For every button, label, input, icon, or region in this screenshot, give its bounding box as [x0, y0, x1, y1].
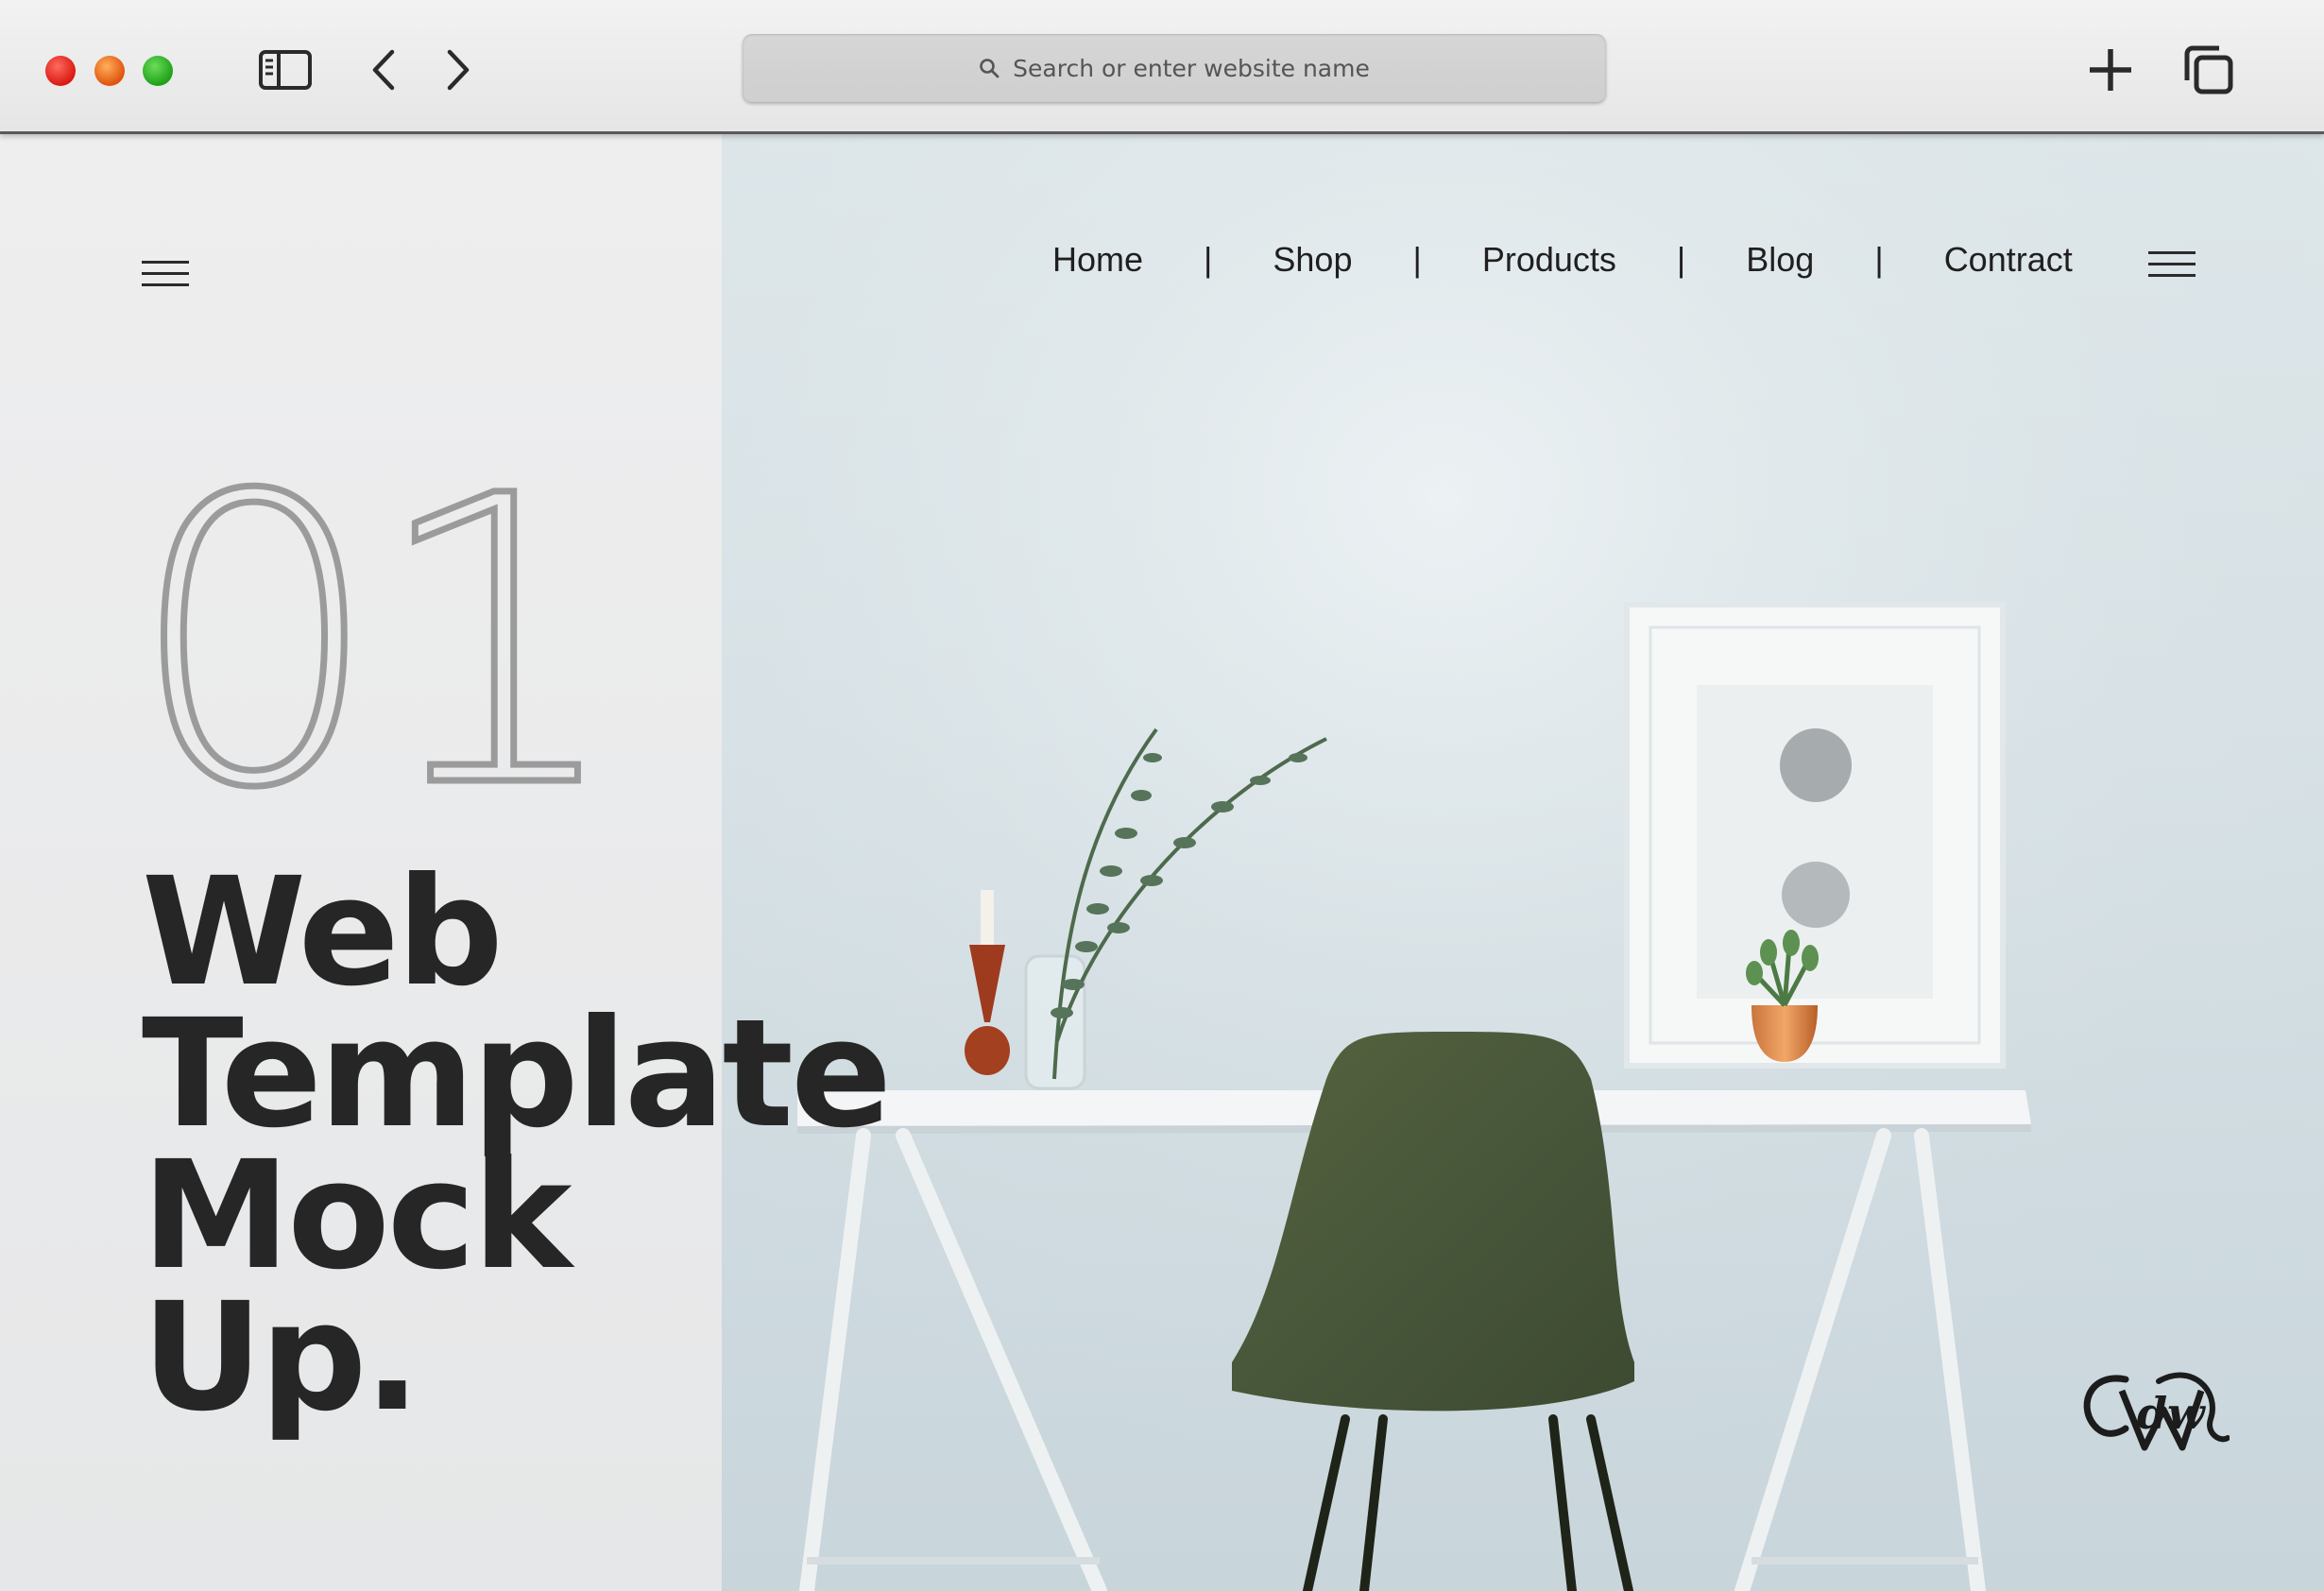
nav-separator: |	[1676, 240, 1686, 279]
hamburger-line	[142, 261, 189, 264]
nav-separator: |	[1204, 240, 1213, 279]
hamburger-line	[2148, 274, 2196, 277]
main-nav: Home | Shop | Products | Blog | Contract	[1020, 240, 2105, 280]
logo-text: dw	[2137, 1388, 2206, 1439]
back-chevron-icon	[372, 49, 395, 91]
address-bar[interactable]: Search or enter website name	[743, 34, 1606, 102]
slide-number: 01	[125, 413, 626, 875]
headline-line: Up.	[142, 1271, 420, 1445]
dw-logo[interactable]: dw	[2069, 1353, 2230, 1470]
nav-separator: |	[1874, 240, 1884, 279]
hamburger-line	[2148, 251, 2196, 254]
nav-shop[interactable]: Shop	[1240, 240, 1384, 280]
close-window-button[interactable]	[45, 56, 76, 86]
forward-button[interactable]	[430, 43, 487, 96]
tabs-overview-button[interactable]	[2180, 43, 2237, 96]
hamburger-line	[2148, 263, 2196, 265]
maximize-window-button[interactable]	[143, 56, 173, 86]
sidebar-toggle-icon	[259, 50, 312, 90]
right-menu-button[interactable]	[2148, 251, 2196, 277]
hero-headline: Web Template Mock Up.	[142, 846, 892, 1445]
minimize-window-button[interactable]	[94, 56, 125, 86]
nav-blog[interactable]: Blog	[1714, 240, 1846, 280]
headline-line: Web	[142, 846, 504, 1019]
hamburger-line	[142, 283, 189, 286]
picture-frame	[1624, 602, 2006, 1069]
headline-line: Mock	[142, 1129, 572, 1303]
browser-toolbar: Search or enter website name	[0, 0, 2324, 134]
tabs-overview-icon	[2184, 45, 2233, 94]
left-menu-button[interactable]	[142, 261, 189, 286]
nav-products[interactable]: Products	[1450, 240, 1649, 280]
back-button[interactable]	[355, 43, 412, 96]
nav-home[interactable]: Home	[1020, 240, 1175, 280]
nav-separator: |	[1412, 240, 1422, 279]
new-tab-plus-icon	[2090, 49, 2131, 91]
headline-line: Template	[142, 987, 892, 1161]
forward-chevron-icon	[447, 49, 470, 91]
sidebar-toggle-button[interactable]	[257, 43, 314, 96]
nav-contract[interactable]: Contract	[1912, 240, 2105, 280]
webpage: Home | Shop | Products | Blog | Contract…	[0, 134, 2324, 1591]
search-icon	[980, 59, 1000, 78]
address-placeholder: Search or enter website name	[1013, 54, 1370, 82]
hamburger-line	[142, 272, 189, 275]
new-tab-button[interactable]	[2082, 43, 2139, 96]
dw-logo-icon: dw	[2083, 1372, 2230, 1451]
